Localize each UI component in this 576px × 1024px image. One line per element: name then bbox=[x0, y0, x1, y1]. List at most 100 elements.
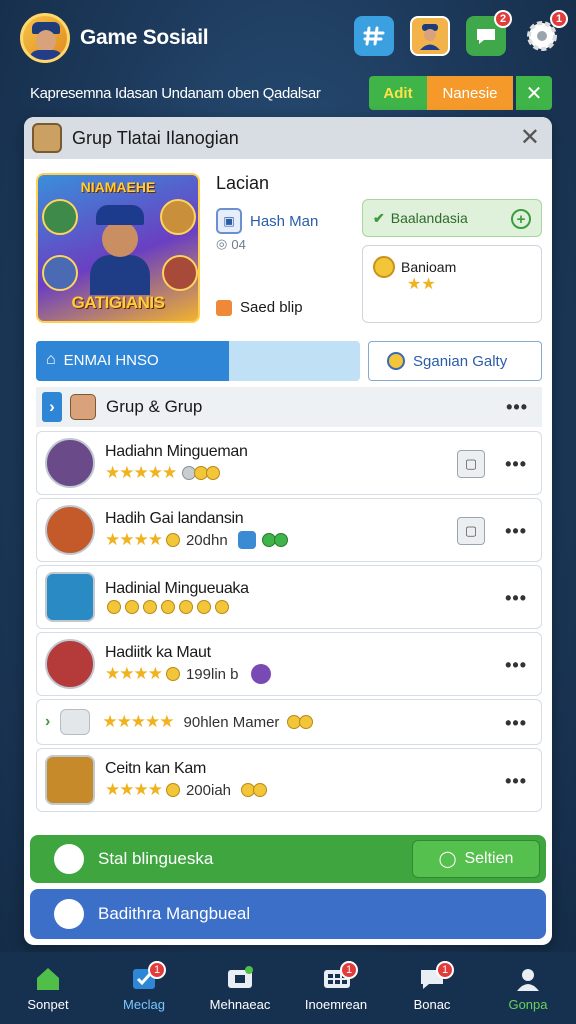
nav-label: Sonpet bbox=[27, 996, 69, 1012]
item-thumbnail bbox=[45, 639, 95, 689]
featured-title: Lacian bbox=[216, 173, 270, 193]
list-item[interactable]: Hadiahn Mingueman ★★★★★ ▢ ••• bbox=[36, 431, 542, 495]
bottom-navigation: Sonpet 1 Meclag Mehnaeac 1 Inoemrean 1 B… bbox=[0, 952, 576, 1024]
more-icon[interactable]: ••• bbox=[505, 521, 527, 542]
app-title: Game Sosiail bbox=[80, 26, 209, 49]
close-icon[interactable]: ✕ bbox=[516, 76, 552, 110]
featured-link[interactable]: ▣ Hash Man bbox=[216, 208, 318, 234]
share-icon[interactable]: ▢ bbox=[457, 517, 485, 545]
notification-bar: Kapresemna Idasan Undanam oben Qadalsar … bbox=[0, 76, 576, 110]
featured-bottom-text: GATIGIANIS bbox=[71, 293, 165, 312]
list-item[interactable]: Hadinial Mingueuaka ••• bbox=[36, 565, 542, 629]
tab-secondary-label: Sganian Galty bbox=[413, 352, 508, 370]
cta-green-bar[interactable]: Stal blingueska ◯ Seltien bbox=[30, 835, 546, 883]
coin-icon bbox=[165, 783, 180, 797]
checklist-icon: 1 bbox=[130, 960, 166, 993]
avatar-face bbox=[36, 30, 56, 52]
nav-item-meclag[interactable]: 1 Meclag bbox=[96, 952, 192, 1024]
coin-icon bbox=[373, 256, 395, 278]
more-icon[interactable]: ••• bbox=[505, 454, 527, 475]
accept-button[interactable]: Adit bbox=[369, 76, 427, 110]
nav-item-gonpa[interactable]: Gonpa bbox=[480, 952, 576, 1024]
tab-primary-label: ENMAI HNSO bbox=[63, 351, 159, 369]
shield-icon bbox=[54, 844, 84, 874]
group-avatar bbox=[70, 394, 96, 420]
list-item[interactable]: Ceitn kan Kam ★★★★ 200iah ••• bbox=[36, 748, 542, 812]
green-option-card[interactable]: ✔ Baalandasia + bbox=[362, 199, 542, 237]
hero-character bbox=[90, 205, 150, 295]
reward-card-title: Banioam bbox=[401, 259, 457, 275]
item-thumbnail bbox=[45, 505, 95, 555]
nav-label: Bonac bbox=[413, 996, 451, 1012]
tab-primary-label-row: ⌂ ENMAI HNSO bbox=[46, 351, 159, 369]
check-icon: ✔ bbox=[373, 209, 385, 226]
nav-item-inoemrean[interactable]: 1 Inoemrean bbox=[288, 952, 384, 1024]
profile-icon bbox=[514, 965, 542, 993]
list-item[interactable]: Hadiitk ka Maut ★★★★ 199lin b ••• bbox=[36, 632, 542, 696]
green-card-label: Baalandasia bbox=[390, 210, 468, 226]
rating-stars: ★★★★★ bbox=[105, 463, 177, 482]
item-thumbnail bbox=[45, 755, 95, 805]
nav-item-sonpet[interactable]: Sonpet bbox=[0, 952, 96, 1024]
status-icon bbox=[216, 299, 232, 316]
chat-icon: ◯ bbox=[438, 851, 457, 868]
character-avatar bbox=[160, 199, 196, 235]
list-item[interactable]: › ★★★★★ 90hlen Mamer ••• bbox=[36, 699, 542, 745]
grid-icon: 1 bbox=[322, 960, 358, 993]
coin-row-icon bbox=[107, 600, 229, 614]
coin-icon bbox=[165, 533, 180, 547]
item-thumbnail bbox=[45, 438, 95, 488]
home-icon: ⌂ bbox=[46, 351, 56, 368]
notification-text: Kapresemna Idasan Undanam oben Qadalsar bbox=[30, 84, 321, 102]
close-icon[interactable]: ✕ bbox=[520, 123, 540, 152]
nav-badge: 1 bbox=[340, 960, 358, 979]
item-meta: ★★★★ 199lin b bbox=[105, 664, 541, 684]
tab-secondary[interactable]: Sganian Galty bbox=[368, 341, 542, 381]
more-icon[interactable]: ••• bbox=[505, 713, 527, 734]
avatar-suit bbox=[29, 50, 63, 60]
chevron-right-icon[interactable]: › bbox=[42, 392, 62, 422]
group-panel: Grup Tlatai Ilanogian ✕ NIAMAEHE GATIGIA… bbox=[24, 117, 552, 945]
reward-list: Hadiahn Mingueman ★★★★★ ▢ ••• Hadih Gai … bbox=[36, 431, 542, 815]
group-list-header[interactable]: › Grup & Grup ••• bbox=[36, 387, 542, 427]
panel-title: Grup Tlatai Ilanogian bbox=[72, 127, 239, 148]
cta-green-button[interactable]: ◯ Seltien bbox=[412, 840, 540, 878]
more-icon[interactable]: ••• bbox=[505, 771, 527, 792]
hashtag-icon[interactable] bbox=[354, 16, 394, 56]
coin-stack-icon bbox=[182, 466, 221, 480]
featured-sub-row: ◎ 04 bbox=[216, 236, 318, 252]
reward-card[interactable]: Banioam ★★ bbox=[362, 245, 542, 323]
more-icon[interactable]: ••• bbox=[505, 655, 527, 676]
decline-button[interactable]: Nanesie bbox=[427, 76, 513, 110]
item-title: Hadiitk ka Maut bbox=[105, 644, 211, 661]
badge-icon bbox=[237, 531, 256, 549]
app-header: Game Sosiail 2 1 bbox=[0, 0, 576, 76]
chat-icon[interactable]: 2 bbox=[466, 10, 512, 56]
more-icon[interactable]: ••• bbox=[505, 588, 527, 609]
character-avatar bbox=[162, 255, 198, 291]
rating-stars: ★★★★ bbox=[105, 780, 163, 799]
gift-icon bbox=[250, 664, 271, 684]
profile-avatar[interactable] bbox=[20, 13, 70, 63]
item-meta-text: 90hlen Mamer bbox=[183, 713, 280, 731]
gear-icon[interactable]: 1 bbox=[522, 10, 568, 56]
cta-blue-bar[interactable]: Badithra Mangbueal bbox=[30, 889, 546, 939]
item-title: Hadinial Mingueuaka bbox=[105, 580, 249, 597]
tag-icon bbox=[60, 709, 91, 735]
calendar-icon: ▣ bbox=[216, 208, 242, 234]
add-icon[interactable]: + bbox=[511, 209, 531, 229]
more-icon[interactable]: ••• bbox=[506, 397, 528, 418]
avatar-icon[interactable] bbox=[410, 16, 450, 56]
nav-label: Mehnaeac bbox=[209, 996, 271, 1012]
tab-primary[interactable]: ⌂ ENMAI HNSO bbox=[36, 341, 360, 381]
gem-stack-icon bbox=[261, 533, 288, 547]
nav-label: Gonpa bbox=[508, 996, 548, 1012]
nav-item-mehnaeac[interactable]: Mehnaeac bbox=[192, 952, 288, 1024]
group-icon bbox=[32, 123, 62, 153]
nav-item-bonac[interactable]: 1 Bonac bbox=[384, 952, 480, 1024]
share-icon[interactable]: ▢ bbox=[457, 450, 485, 478]
panel-header: Grup Tlatai Ilanogian ✕ bbox=[24, 117, 552, 159]
list-item[interactable]: Hadih Gai landansin ★★★★ 20dhn ▢ ••• bbox=[36, 498, 542, 562]
home-icon bbox=[34, 965, 62, 993]
featured-game-image[interactable]: NIAMAEHE GATIGIANIS bbox=[36, 173, 200, 323]
